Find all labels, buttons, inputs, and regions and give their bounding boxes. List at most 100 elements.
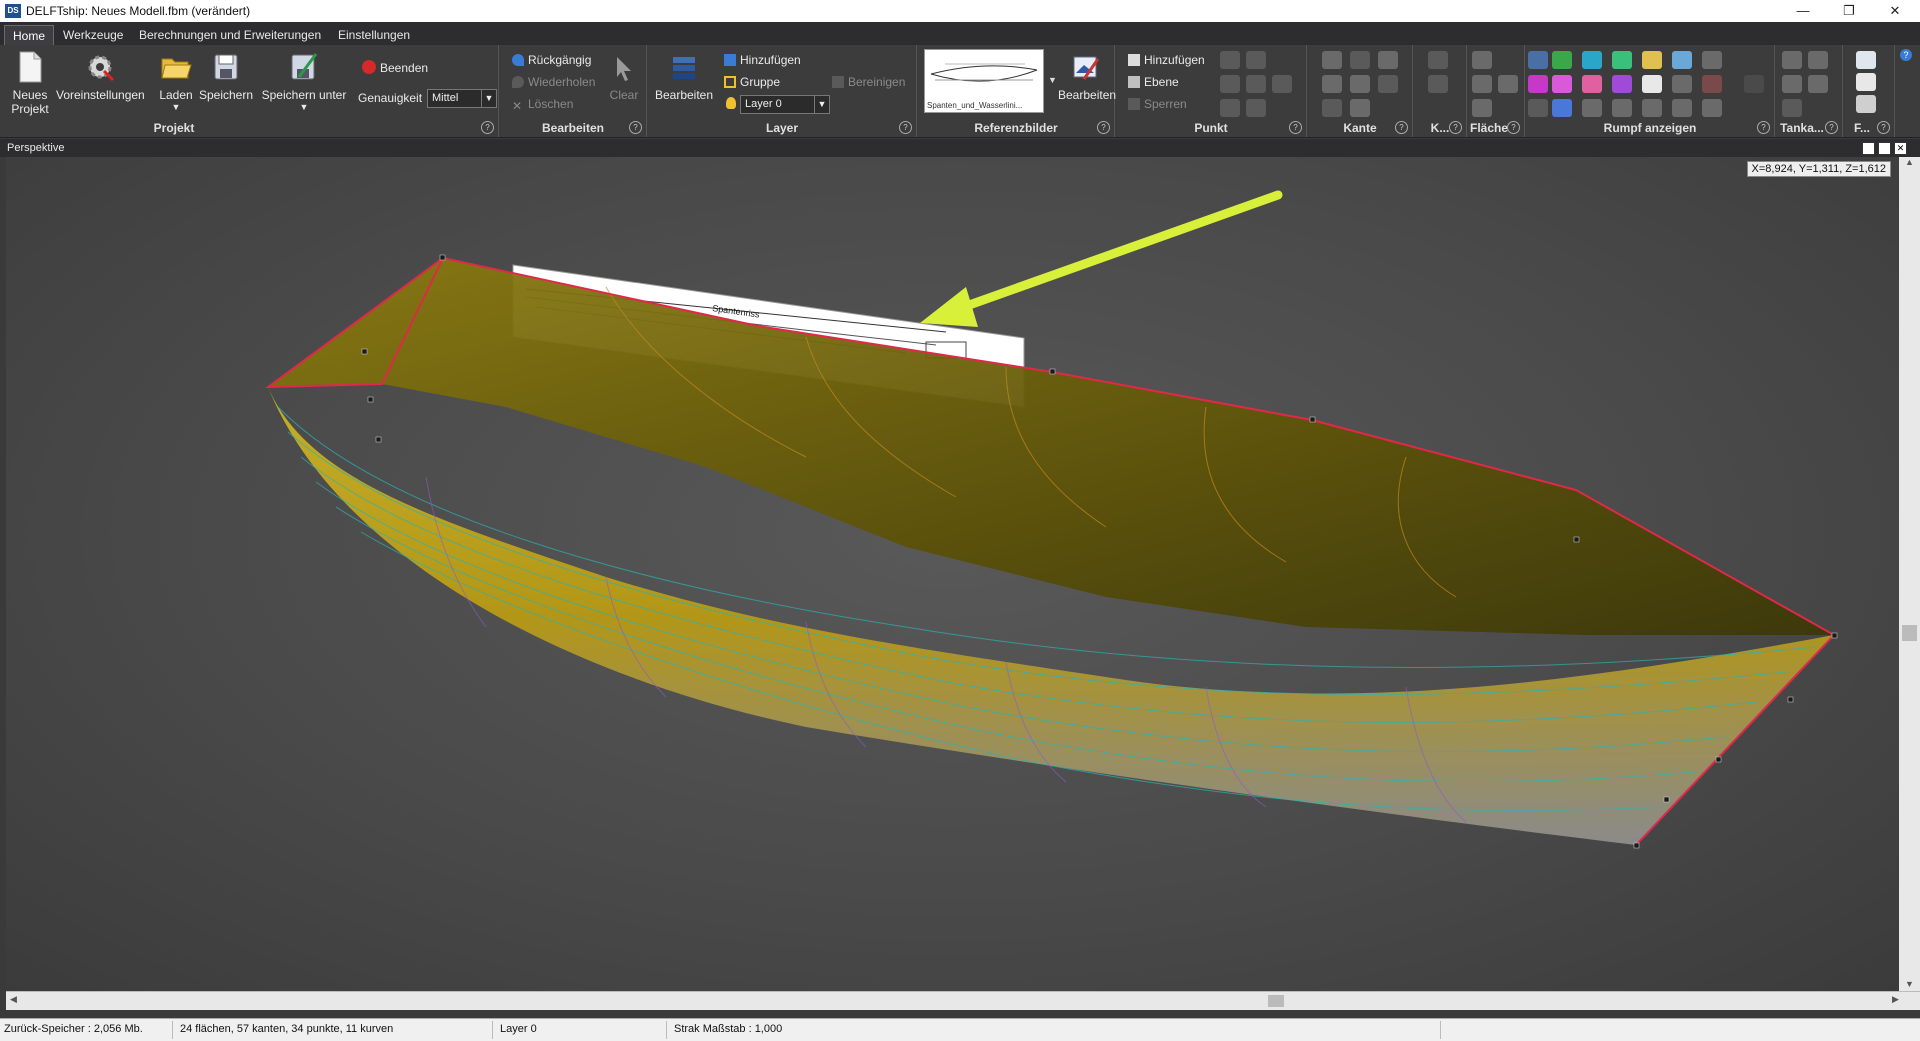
clear-button[interactable]: Clear xyxy=(606,55,642,102)
curve-tool-icon[interactable] xyxy=(1428,51,1448,69)
punkt-hinzufuegen-button[interactable]: Hinzufügen xyxy=(1128,51,1205,69)
edge-tool-icon[interactable] xyxy=(1322,99,1342,117)
edge-tool-icon[interactable] xyxy=(1350,99,1370,117)
horizontal-scroll-thumb[interactable] xyxy=(1268,995,1284,1007)
chevron-down-icon[interactable]: ▼ xyxy=(1048,75,1057,85)
ribbon-help-icon[interactable]: ? xyxy=(1900,49,1912,61)
point-tool-icon[interactable] xyxy=(1272,75,1292,93)
ebene-button[interactable]: Ebene xyxy=(1128,73,1179,91)
vertical-scroll-thumb[interactable] xyxy=(1902,625,1917,641)
layer-select[interactable]: Layer 0 ▼ xyxy=(740,95,830,114)
layer-bearbeiten-button[interactable]: Bearbeiten xyxy=(654,51,714,102)
help-icon[interactable]: ? xyxy=(1395,121,1408,134)
help-icon[interactable]: ? xyxy=(1757,121,1770,134)
rueckgaengig-button[interactable]: Rückgängig xyxy=(512,51,591,69)
tank-tool-icon[interactable] xyxy=(1782,51,1802,69)
scroll-left-icon[interactable]: ◀ xyxy=(10,994,17,1005)
close-button[interactable]: ✕ xyxy=(1872,0,1918,22)
edge-tool-icon[interactable] xyxy=(1378,51,1398,69)
help-icon[interactable]: ? xyxy=(1097,121,1110,134)
show-interior-edges-icon[interactable] xyxy=(1552,51,1572,69)
tank-tool-icon[interactable] xyxy=(1782,99,1802,117)
surface-tool-icon[interactable] xyxy=(1498,75,1518,93)
tank-tool-icon[interactable] xyxy=(1808,75,1828,93)
edge-tool-icon[interactable] xyxy=(1350,75,1370,93)
show-option-icon[interactable] xyxy=(1672,99,1692,117)
point-tool-icon[interactable] xyxy=(1220,99,1240,117)
laden-button[interactable]: Laden ▼ xyxy=(156,51,196,112)
viewport-maximize-icon[interactable] xyxy=(1878,142,1891,155)
tab-home[interactable]: Home xyxy=(4,25,55,46)
bereinigen-button[interactable]: Bereinigen xyxy=(832,73,905,91)
show-control-net-icon[interactable] xyxy=(1528,51,1548,69)
tab-einstellungen[interactable]: Einstellungen xyxy=(330,25,418,45)
surface-tool-icon[interactable] xyxy=(1472,75,1492,93)
file-tool-icon[interactable] xyxy=(1856,73,1876,91)
point-tool-icon[interactable] xyxy=(1246,51,1266,69)
viewport-canvas[interactable]: Spantenriss xyxy=(6,157,1899,991)
help-icon[interactable]: ? xyxy=(481,121,494,134)
beenden-button[interactable]: Beenden xyxy=(362,59,428,77)
help-icon[interactable]: ? xyxy=(899,121,912,134)
referenzbilder-bearbeiten-button[interactable]: Bearbeiten xyxy=(1058,51,1116,102)
show-grid-icon[interactable] xyxy=(1642,75,1662,93)
show-option-icon[interactable] xyxy=(1642,99,1662,117)
show-hull-icon[interactable] xyxy=(1552,99,1572,117)
show-waterlines-icon[interactable] xyxy=(1642,51,1662,69)
help-icon[interactable]: ? xyxy=(1289,121,1302,134)
show-markers-icon[interactable] xyxy=(1582,75,1602,93)
help-icon[interactable]: ? xyxy=(1825,121,1838,134)
edge-tool-icon[interactable] xyxy=(1350,51,1370,69)
point-tool-icon[interactable] xyxy=(1246,75,1266,93)
show-diagonals-icon[interactable] xyxy=(1672,51,1692,69)
show-option-icon[interactable] xyxy=(1582,99,1602,117)
viewport-close-icon[interactable]: ✕ xyxy=(1894,142,1907,155)
restore-button[interactable]: ❐ xyxy=(1826,0,1872,22)
voreinstellungen-button[interactable]: Voreinstellungen xyxy=(56,51,145,102)
edge-tool-icon[interactable] xyxy=(1322,75,1342,93)
perspective-viewport[interactable]: X=8,924, Y=1,311, Z=1,612 Spantenriss xyxy=(6,157,1899,991)
show-flowlines-icon[interactable] xyxy=(1612,75,1632,93)
tab-berechnungen[interactable]: Berechnungen und Erweiterungen xyxy=(131,25,329,45)
tank-tool-icon[interactable] xyxy=(1808,51,1828,69)
file-tool-icon[interactable] xyxy=(1856,95,1876,113)
neues-projekt-button[interactable]: Neues Projekt xyxy=(8,51,52,116)
scroll-up-icon[interactable]: ▲ xyxy=(1899,157,1920,167)
show-hydro-icon[interactable] xyxy=(1702,51,1722,69)
point-tool-icon[interactable] xyxy=(1246,99,1266,117)
point-tool-icon[interactable] xyxy=(1220,75,1240,93)
help-icon[interactable]: ? xyxy=(629,121,642,134)
show-light-icon[interactable] xyxy=(1528,99,1548,117)
edge-tool-icon[interactable] xyxy=(1378,75,1398,93)
genauigkeit-select[interactable]: Mittel ▼ xyxy=(427,89,497,108)
horizontal-scrollbar[interactable]: ◀ ▶ xyxy=(6,991,1920,1010)
wiederholen-button[interactable]: Wiederholen xyxy=(512,73,595,91)
edge-tool-icon[interactable] xyxy=(1322,51,1342,69)
show-normals-icon[interactable] xyxy=(1552,75,1572,93)
speichern-unter-button[interactable]: Speichern unter ▼ xyxy=(258,51,350,112)
scroll-right-icon[interactable]: ▶ xyxy=(1892,994,1899,1005)
show-zebra-icon[interactable] xyxy=(1702,75,1722,93)
speichern-button[interactable]: Speichern xyxy=(198,51,254,102)
loeschen-button[interactable]: ✕ Löschen xyxy=(512,95,573,113)
file-tool-icon[interactable] xyxy=(1856,51,1876,69)
show-curvature-icon[interactable] xyxy=(1528,75,1548,93)
curve-tool-icon[interactable] xyxy=(1428,75,1448,93)
surface-tool-icon[interactable] xyxy=(1472,51,1492,69)
minimize-button[interactable]: — xyxy=(1780,0,1826,22)
show-option-icon[interactable] xyxy=(1612,99,1632,117)
show-buttocks-icon[interactable] xyxy=(1612,51,1632,69)
point-tool-icon[interactable] xyxy=(1220,51,1240,69)
show-option-icon[interactable] xyxy=(1744,75,1764,93)
tank-tool-icon[interactable] xyxy=(1782,75,1802,93)
help-icon[interactable]: ? xyxy=(1449,121,1462,134)
show-option-icon[interactable] xyxy=(1702,99,1722,117)
help-icon[interactable]: ? xyxy=(1877,121,1890,134)
show-stations-icon[interactable] xyxy=(1582,51,1602,69)
scroll-down-icon[interactable]: ▼ xyxy=(1899,979,1920,989)
sperren-button[interactable]: Sperren xyxy=(1128,95,1187,113)
tab-werkzeuge[interactable]: Werkzeuge xyxy=(55,25,131,45)
viewport-minimize-icon[interactable] xyxy=(1862,142,1875,155)
surface-tool-icon[interactable] xyxy=(1472,99,1492,117)
gruppe-button[interactable]: Gruppe xyxy=(724,73,780,91)
